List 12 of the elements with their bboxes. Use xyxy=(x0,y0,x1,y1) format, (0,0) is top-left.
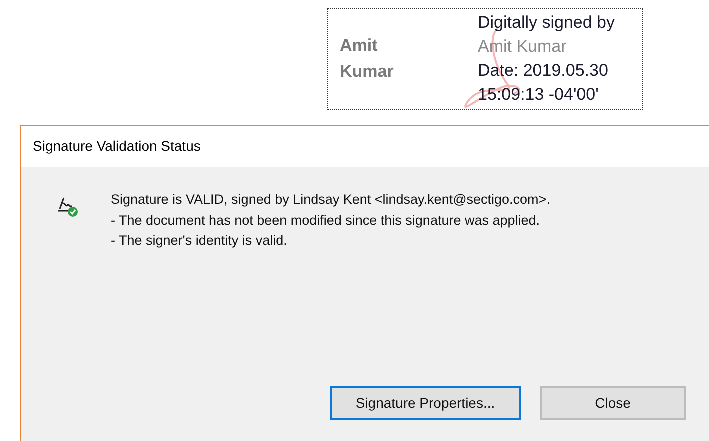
dialog-button[interactable]: Signature Properties... xyxy=(330,386,521,420)
signer-name: Amit xyxy=(340,35,379,57)
signature-detail: Date: 2019.05.30 xyxy=(478,60,610,82)
signer-name: Kumar xyxy=(340,61,395,83)
message-line: Signature is VALID, signed by Lindsay Kent <lindsay.kent@sectigo.com>. xyxy=(111,191,550,209)
window-title: Signature Validation Status xyxy=(33,137,201,156)
signature-detail: 15:09:13 -04'00' xyxy=(478,84,600,106)
signature-detail: Digitally signed by xyxy=(478,12,616,34)
message-line: - The document has not been modified since this signature was applied. xyxy=(111,212,542,230)
signature-valid-icon xyxy=(58,196,78,218)
message-line: - The signer's identity is valid. xyxy=(111,232,288,250)
dialog-button[interactable]: Close xyxy=(540,386,686,420)
